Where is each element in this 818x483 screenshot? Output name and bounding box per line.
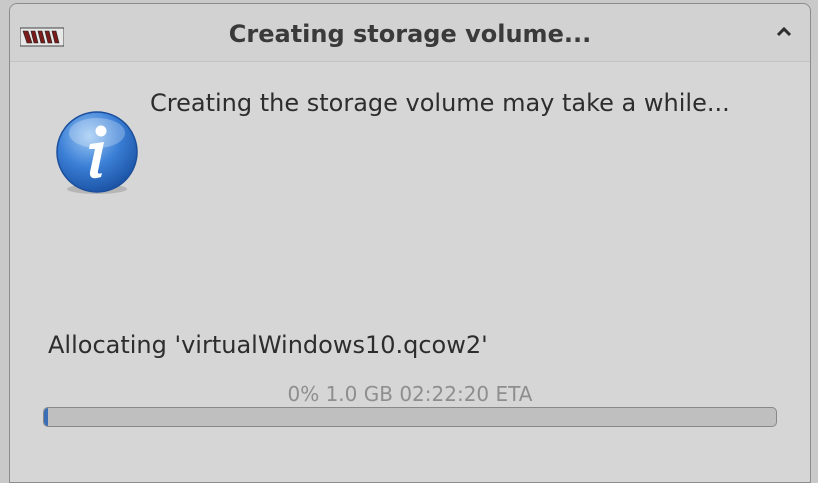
dialog-title: Creating storage volume...: [228, 20, 592, 48]
virt-manager-icon: [19, 26, 65, 48]
dialog-titlebar: Creating storage volume...: [10, 4, 810, 62]
progress-bar-fill: [44, 408, 49, 426]
chevron-up-icon[interactable]: [772, 22, 796, 46]
progress-percent: 0%: [287, 382, 320, 406]
information-icon: [54, 111, 140, 197]
allocation-status: Allocating 'virtualWindows10.qcow2': [48, 331, 488, 359]
progress-dialog: Creating storage volume... Creating the …: [9, 3, 811, 483]
progress-eta: 02:22:20 ETA: [399, 382, 533, 406]
dialog-message: Creating the storage volume may take a w…: [150, 89, 730, 117]
progress-bar: [43, 407, 777, 427]
progress-size: 1.0 GB: [325, 382, 393, 406]
progress-details: 0% 1.0 GB 02:22:20 ETA: [10, 382, 810, 406]
